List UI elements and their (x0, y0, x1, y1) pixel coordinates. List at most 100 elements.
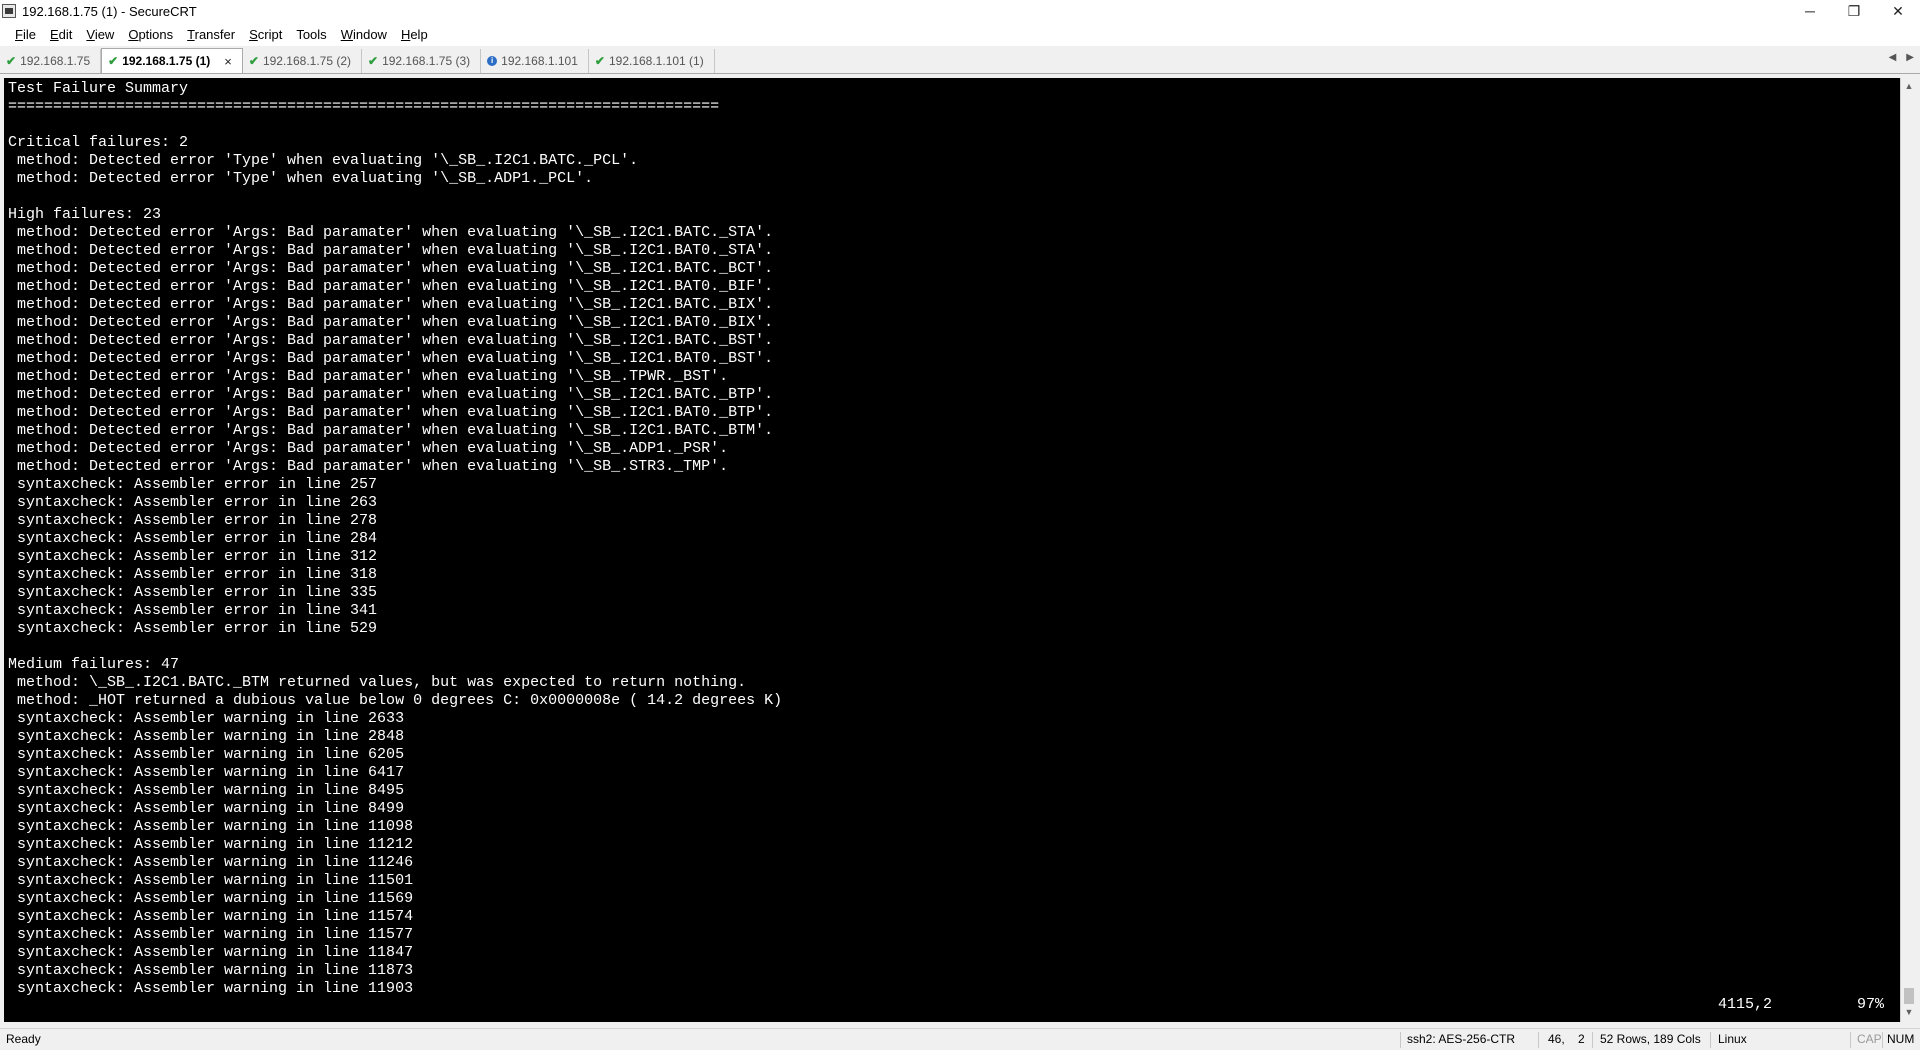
status-divider (1850, 1032, 1851, 1048)
terminal-line: method: Detected error 'Args: Bad parama… (8, 296, 774, 313)
menu-window[interactable]: Window (334, 27, 394, 42)
menu-bar: File Edit View Options Transfer Script Tools Wi… (0, 22, 1920, 46)
session-tab[interactable]: ✔ 192.168.1.75 (2) (243, 49, 363, 73)
terminal-line: syntaxcheck: Assembler warning in line 2… (8, 728, 405, 745)
info-icon: i (487, 56, 498, 66)
tab-scroll-right-icon[interactable]: ▶ (1906, 52, 1914, 63)
terminal-line: syntaxcheck: Assembler warning in line 2… (8, 710, 405, 727)
terminal-line: method: Detected error 'Args: Bad parama… (8, 386, 774, 403)
check-icon: ✔ (108, 54, 119, 68)
terminal-line: syntaxcheck: Assembler warning in line 8… (8, 782, 405, 799)
cursor-position: 4115,2 (1718, 996, 1773, 1013)
menu-accelerator: E (49, 26, 59, 42)
terminal-line: method: Detected error 'Args: Bad parama… (8, 314, 774, 331)
terminal-line: method: Detected error 'Type' when evalu… (8, 170, 594, 187)
title-bar: 192.168.1.75 (1) - SecureCRT ─ ❐ ✕ (0, 0, 1920, 22)
session-tab[interactable]: i 192.168.1.101 (481, 49, 589, 73)
check-icon: ✔ (6, 54, 17, 68)
status-divider (1710, 1032, 1711, 1048)
menu-edit[interactable]: Edit (43, 27, 79, 42)
status-os: Linux (1718, 1032, 1747, 1046)
scroll-percent: 97% (1857, 996, 1885, 1013)
terminal-line: syntaxcheck: Assembler error in line 529 (8, 620, 378, 637)
terminal-line: Medium failures: 47 (8, 656, 180, 673)
terminal-line: syntaxcheck: Assembler warning in line 1… (8, 944, 414, 961)
scroll-up-icon[interactable]: ▲ (1901, 78, 1917, 94)
window-controls: ─ ❐ ✕ (1788, 0, 1920, 22)
status-divider (1592, 1032, 1593, 1048)
terminal-line: syntaxcheck: Assembler error in line 312 (8, 548, 378, 565)
check-icon: ✔ (248, 54, 259, 68)
menu-label: ptions (138, 26, 174, 42)
terminal-line: syntaxcheck: Assembler error in line 341 (8, 602, 378, 619)
terminal-view[interactable]: Test Failure Summary ====================… (4, 78, 1900, 1022)
terminal-line: syntaxcheck: Assembler error in line 263 (8, 494, 378, 511)
menu-help[interactable]: Help (394, 27, 435, 42)
status-cap: CAP (1857, 1032, 1882, 1046)
status-col: 2 (1578, 1032, 1585, 1046)
status-divider (1400, 1032, 1401, 1048)
menu-accelerator: H (400, 26, 411, 42)
menu-accelerator: O (128, 26, 139, 42)
terminal-line: syntaxcheck: Assembler warning in line 1… (8, 836, 414, 853)
menu-tools[interactable]: Tools (289, 27, 333, 42)
session-tab-label: 192.168.1.75 (3) (382, 54, 471, 68)
terminal-line: syntaxcheck: Assembler error in line 318 (8, 566, 378, 583)
terminal-line: method: Detected error 'Args: Bad parama… (8, 260, 774, 277)
restore-button[interactable]: ❐ (1832, 0, 1876, 22)
close-window-button[interactable]: ✕ (1876, 0, 1920, 22)
terminal-line: syntaxcheck: Assembler warning in line 1… (8, 980, 414, 997)
menu-transfer[interactable]: Transfer (180, 27, 242, 42)
menu-view[interactable]: View (79, 27, 121, 42)
terminal-line: method: Detected error 'Args: Bad parama… (8, 242, 774, 259)
session-tab-label: 192.168.1.101 (1) (608, 54, 704, 68)
terminal-line: Test Failure Summary (8, 80, 189, 97)
terminal-line: syntaxcheck: Assembler error in line 284 (8, 530, 378, 547)
menu-label: elp (410, 26, 428, 42)
window-title: 192.168.1.75 (1) - SecureCRT (22, 3, 197, 19)
status-divider (1538, 1032, 1539, 1048)
session-tab[interactable]: ✔ 192.168.1.75 (1) × (101, 48, 243, 73)
session-tab[interactable]: ✔ 192.168.1.75 (0, 49, 102, 73)
tab-scroll-left-icon[interactable]: ◀ (1889, 52, 1897, 63)
terminal-scrollbar[interactable]: ▲ ▼ (1900, 78, 1916, 1022)
session-tab[interactable]: ✔ 192.168.1.101 (1) (589, 49, 715, 73)
menu-accelerator: W (340, 26, 353, 42)
terminal-line: High failures: 23 (8, 206, 162, 223)
scroll-down-icon[interactable]: ▼ (1901, 1004, 1917, 1020)
session-tab[interactable]: ✔ 192.168.1.75 (3) (362, 49, 482, 73)
terminal-line: syntaxcheck: Assembler warning in line 1… (8, 854, 414, 871)
tab-scroll-controls: ◀ ▶ (1889, 52, 1914, 63)
terminal-line: method: Detected error 'Args: Bad parama… (8, 458, 729, 475)
menu-label: indow (352, 26, 387, 42)
terminal-line: method: Detected error 'Type' when evalu… (8, 152, 639, 169)
terminal-line: syntaxcheck: Assembler error in line 335 (8, 584, 378, 601)
session-tab-label: 192.168.1.75 (20, 54, 91, 68)
menu-accelerator: V (86, 26, 95, 42)
close-tab-icon[interactable]: × (224, 54, 232, 69)
terminal-line: method: Detected error 'Args: Bad parama… (8, 224, 774, 241)
session-tab-bar: ✔ 192.168.1.75 ✔ 192.168.1.75 (1) × ✔ 192.168.… (0, 48, 1920, 74)
menu-file[interactable]: File (8, 27, 43, 42)
status-num: NUM (1887, 1032, 1915, 1046)
status-cipher: ssh2: AES-256-CTR (1407, 1032, 1516, 1046)
menu-accelerator: S (249, 26, 258, 42)
terminal-line: method: Detected error 'Args: Bad parama… (8, 278, 774, 295)
menu-label: dit (58, 26, 73, 42)
menu-options[interactable]: Options (121, 27, 180, 42)
terminal-line: method: \_SB_.I2C1.BATC._BTM returned va… (8, 674, 747, 691)
terminal-line: syntaxcheck: Assembler warning in line 1… (8, 908, 414, 925)
menu-accelerator: F (15, 26, 23, 42)
minimize-button[interactable]: ─ (1788, 0, 1832, 22)
terminal-line: syntaxcheck: Assembler error in line 257 (8, 476, 378, 493)
terminal-line: method: Detected error 'Args: Bad parama… (8, 422, 774, 439)
check-icon: ✔ (594, 54, 605, 68)
terminal-line: syntaxcheck: Assembler warning in line 1… (8, 818, 414, 835)
menu-script[interactable]: Script (242, 27, 289, 42)
scrollbar-thumb[interactable] (1904, 988, 1914, 1004)
session-tab-label: 192.168.1.101 (501, 54, 578, 68)
securecrt-app-icon[interactable] (2, 4, 16, 18)
session-tab-label: 192.168.1.75 (1) (122, 54, 211, 68)
terminal-line: method: Detected error 'Args: Bad parama… (8, 404, 774, 421)
